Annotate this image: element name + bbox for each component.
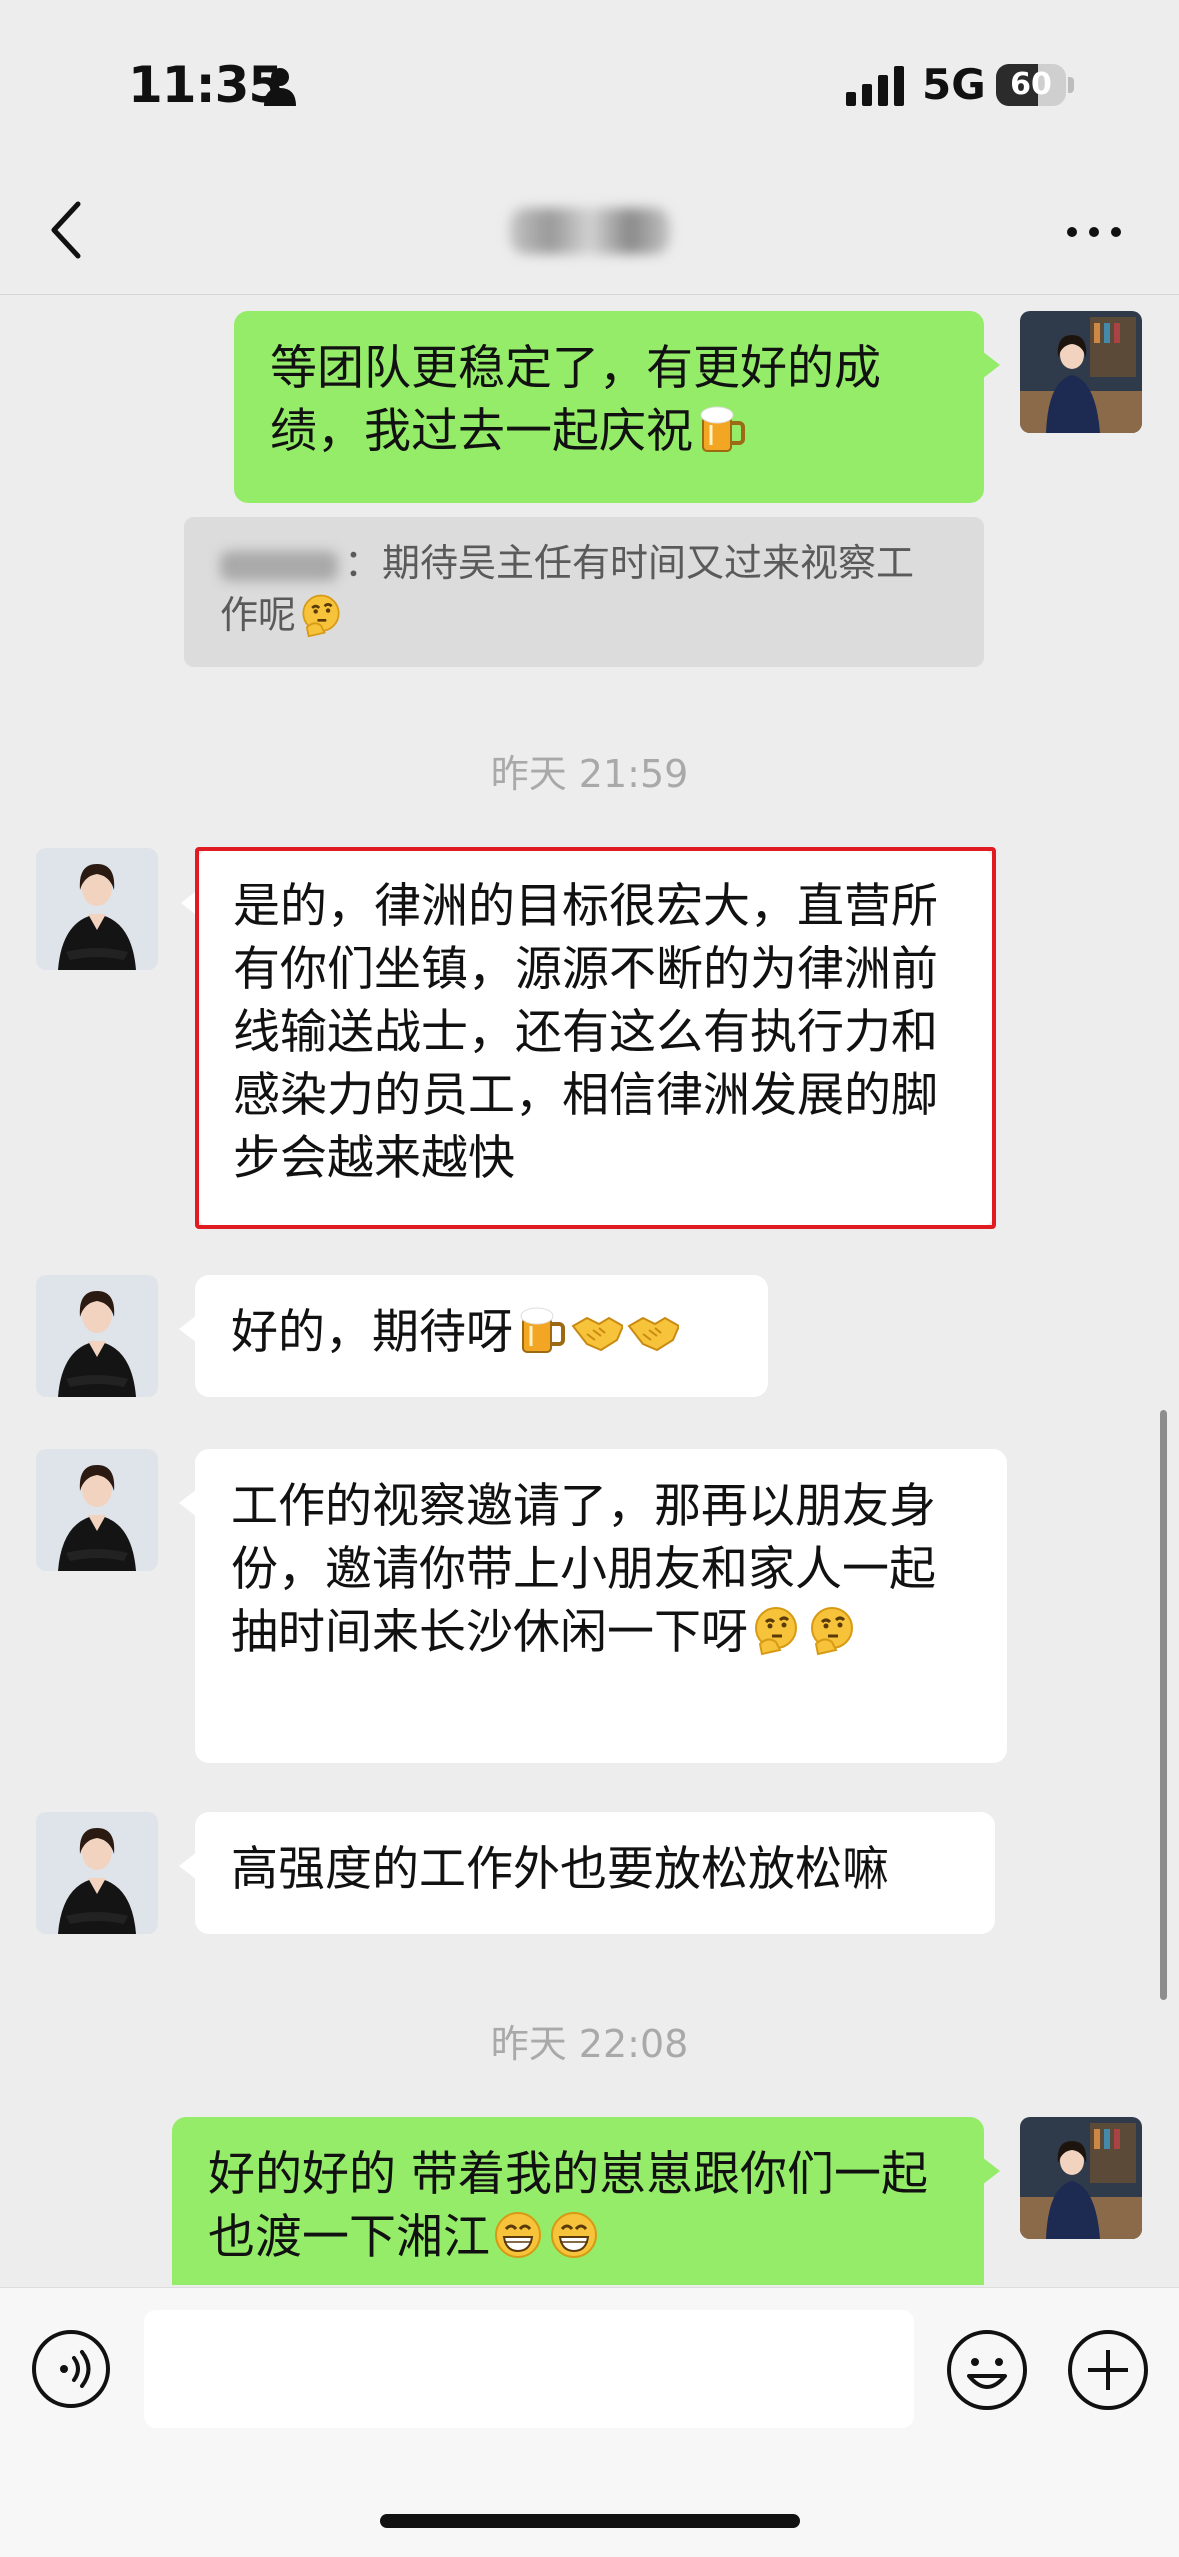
quoted-message[interactable]: ：期待吴主任有时间又过来视察工作呢 bbox=[184, 517, 984, 667]
incoming-message[interactable]: 高强度的工作外也要放松放松嘛 bbox=[179, 1812, 995, 1934]
message-text: 好的，期待呀 bbox=[231, 1305, 513, 1360]
status-time: 11:35 bbox=[128, 56, 283, 114]
avatar[interactable] bbox=[36, 1812, 158, 1934]
outgoing-message[interactable]: 好的好的 带着我的崽崽跟你们一起也渡一下湘江 bbox=[172, 2117, 1000, 2285]
timestamp: 昨天 22:08 bbox=[490, 2022, 689, 2066]
battery-body: 60 bbox=[996, 64, 1066, 106]
ellipsis-icon[interactable] bbox=[1064, 220, 1124, 244]
beer-emoji-icon bbox=[695, 403, 747, 455]
message-input[interactable] bbox=[144, 2310, 914, 2428]
message-text: 高强度的工作外也要放松放松嘛 bbox=[231, 1842, 889, 1897]
status-bar: 11:35 5G 60 bbox=[0, 0, 1179, 170]
message-text: 是的，律洲的目标很宏大，直营所有你们坐镇，源源不断的为律洲前线输送战士，还有这么… bbox=[233, 879, 938, 1186]
avatar[interactable] bbox=[36, 1449, 158, 1571]
incoming-message[interactable]: 好的，期待呀 bbox=[179, 1275, 768, 1397]
incoming-message[interactable]: 工作的视察邀请了，那再以朋友身份，邀请你带上小朋友和家人一起抽时间来长沙休闲一下… bbox=[179, 1449, 1007, 1763]
message-list[interactable]: 等团队更稳定了，有更好的成绩，我过去一起庆祝 ：期待吴主任有时间又过来视察工作呢… bbox=[0, 295, 1179, 2285]
incoming-message[interactable]: 是的，律洲的目标很宏大，直营所有你们坐镇，源源不断的为律洲前线输送战士，还有这么… bbox=[181, 849, 994, 1227]
beer-emoji-icon bbox=[515, 1304, 567, 1356]
nav-bar bbox=[0, 170, 1179, 295]
person-icon bbox=[264, 68, 296, 106]
grin-emoji-icon bbox=[492, 2209, 544, 2261]
input-bar bbox=[0, 2287, 1179, 2557]
outgoing-message[interactable]: 等团队更稳定了，有更好的成绩，我过去一起庆祝 bbox=[234, 311, 1000, 503]
timestamp: 昨天 21:59 bbox=[490, 752, 689, 796]
thinking-emoji-icon bbox=[750, 1604, 802, 1656]
message-text: 等团队更稳定了，有更好的成绩，我过去一起庆祝 bbox=[270, 341, 881, 459]
signal-icon bbox=[846, 66, 904, 106]
avatar[interactable] bbox=[1020, 311, 1142, 433]
plus-icon[interactable] bbox=[1066, 2328, 1150, 2412]
chat-title-blurred bbox=[510, 208, 670, 254]
blurred-sender-name bbox=[220, 550, 338, 581]
handshake-emoji-icon bbox=[571, 1304, 623, 1356]
chevron-left-icon[interactable] bbox=[44, 198, 88, 262]
avatar[interactable] bbox=[36, 848, 158, 970]
battery-cap bbox=[1068, 77, 1074, 93]
emoji-face-icon[interactable] bbox=[945, 2328, 1029, 2412]
battery-percent: 60 bbox=[1010, 67, 1052, 102]
handshake-emoji-icon bbox=[627, 1304, 679, 1356]
avatar[interactable] bbox=[36, 1275, 158, 1397]
thinking-emoji-icon bbox=[298, 592, 344, 638]
avatar[interactable] bbox=[1020, 2117, 1142, 2239]
network-label: 5G bbox=[922, 60, 986, 109]
grin-emoji-icon bbox=[548, 2209, 600, 2261]
thinking-emoji-icon bbox=[806, 1604, 858, 1656]
home-indicator bbox=[380, 2514, 800, 2528]
battery-indicator: 60 bbox=[996, 64, 1074, 108]
voice-icon[interactable] bbox=[30, 2328, 112, 2410]
scrollbar[interactable] bbox=[1160, 1410, 1167, 2000]
